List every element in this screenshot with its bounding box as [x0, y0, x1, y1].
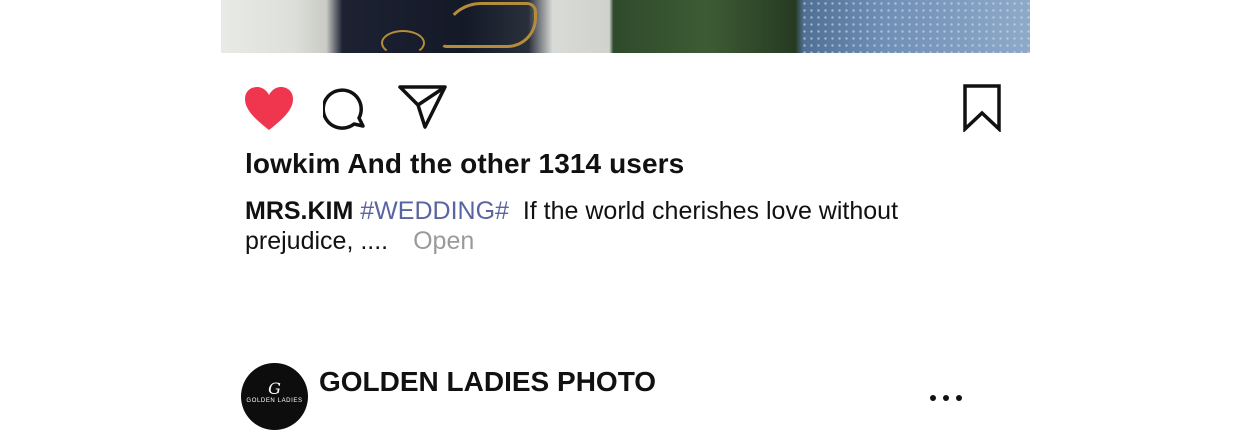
account-name[interactable]: GOLDEN LADIES PHOTO [319, 366, 656, 398]
open-caption-link[interactable]: Open [413, 227, 474, 255]
comment-icon[interactable] [321, 86, 369, 132]
heart-icon[interactable] [244, 86, 294, 132]
avatar[interactable]: G GOLDEN LADIES [241, 363, 308, 430]
caption-author[interactable]: MRS.KIM [245, 197, 353, 225]
share-icon[interactable] [398, 84, 448, 130]
bookmark-icon[interactable] [962, 84, 1002, 134]
likes-count[interactable]: lowkim And the other 1314 users [245, 148, 684, 180]
more-options-icon[interactable] [930, 394, 962, 402]
post-caption: MRS.KIM #WEDDING# If the world cherishes… [245, 196, 945, 256]
avatar-monogram: G [268, 379, 281, 398]
post-image[interactable] [221, 0, 1030, 53]
avatar-brand-text: GOLDEN LADIES [246, 398, 303, 404]
caption-hashtag[interactable]: #WEDDING# [360, 197, 509, 225]
